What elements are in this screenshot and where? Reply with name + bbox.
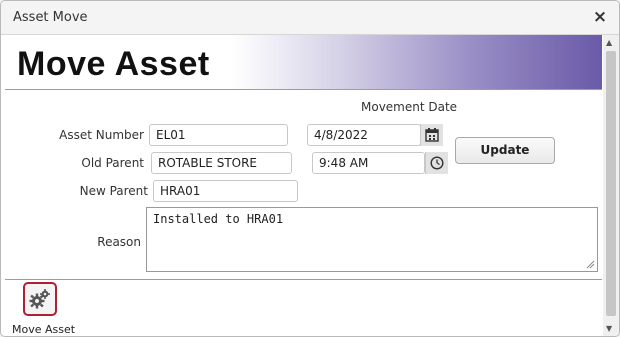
old-parent-label: Old Parent <box>81 156 144 170</box>
movement-date-field[interactable]: 4/8/2022 <box>307 124 421 146</box>
scroll-up-icon[interactable]: ▲ <box>606 38 612 47</box>
movement-date-label: Movement Date <box>361 100 458 114</box>
old-parent-field[interactable]: ROTABLE STORE <box>151 152 292 174</box>
movement-time-field[interactable]: 9:48 AM <box>312 152 425 174</box>
vertical-scrollbar[interactable]: ▲ ▼ <box>603 35 619 336</box>
title-bar: Asset Move × <box>1 1 619 35</box>
new-parent-label: New Parent <box>79 184 148 198</box>
reason-text: Installed to HRA01 <box>153 212 284 226</box>
window-title: Asset Move <box>13 10 88 25</box>
scrollbar-thumb[interactable] <box>606 51 616 316</box>
footer-divider <box>5 279 602 280</box>
scroll-down-icon[interactable]: ▼ <box>606 324 612 333</box>
move-asset-action-button[interactable] <box>23 282 57 316</box>
resize-grip-icon[interactable] <box>586 260 595 269</box>
asset-number-label: Asset Number <box>59 128 144 142</box>
new-parent-field[interactable]: HRA01 <box>153 180 298 202</box>
calendar-icon[interactable] <box>420 124 443 146</box>
header-banner: Move Asset <box>5 35 602 90</box>
move-asset-action-label: Move Asset <box>12 323 76 336</box>
close-icon[interactable]: × <box>591 7 609 27</box>
asset-move-dialog: Asset Move × Move Asset Movement Date As… <box>0 0 620 337</box>
reason-textarea[interactable]: Installed to HRA01 <box>146 207 598 272</box>
gears-icon <box>29 289 50 309</box>
update-button[interactable]: Update <box>455 137 555 164</box>
page-title: Move Asset <box>17 45 210 83</box>
clock-icon[interactable] <box>425 152 448 174</box>
reason-label: Reason <box>97 235 141 249</box>
asset-number-field[interactable]: EL01 <box>149 124 288 146</box>
